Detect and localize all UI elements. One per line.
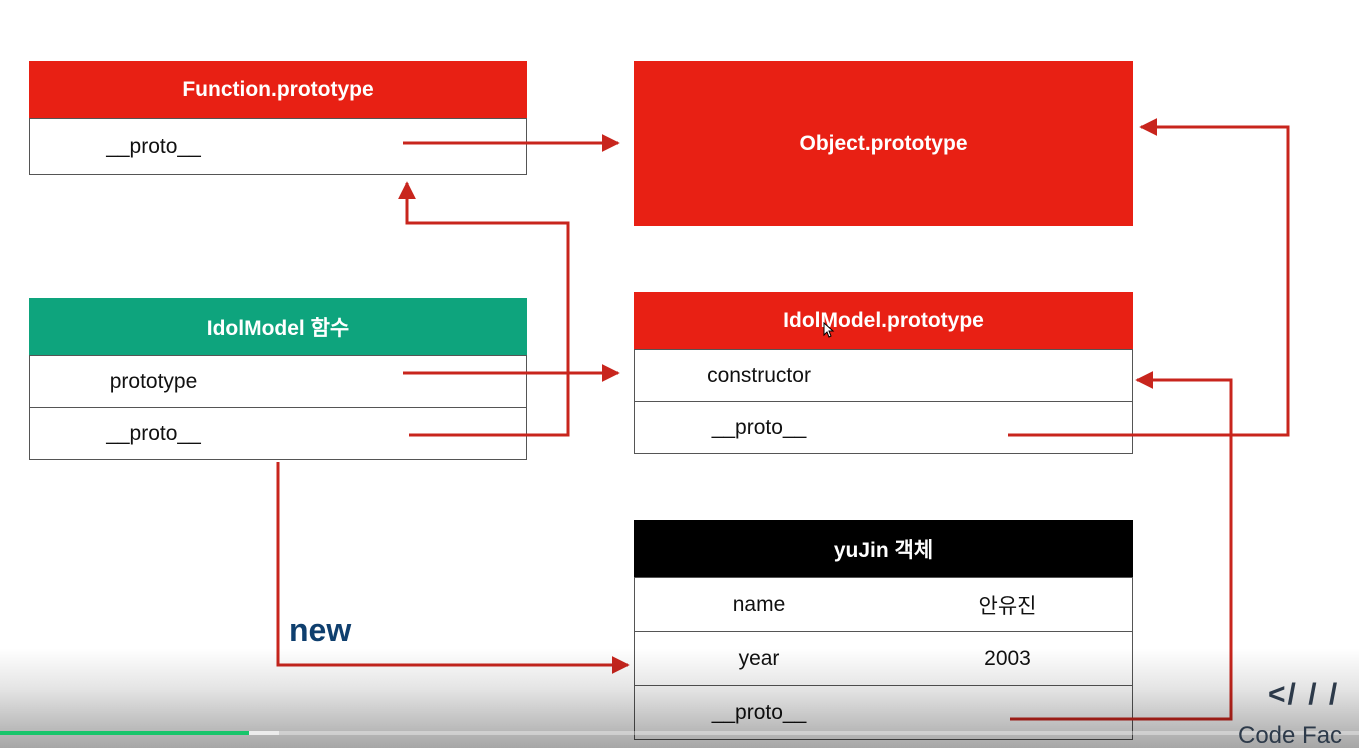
yujin-name-value: 안유진 bbox=[883, 577, 1133, 632]
cell-text: __proto__ bbox=[106, 134, 201, 158]
cell-text: 안유진 bbox=[978, 594, 1037, 618]
video-progress-bar[interactable] bbox=[0, 731, 1359, 735]
idol-model-prototype-constructor-value bbox=[883, 349, 1133, 402]
new-keyword-label: new bbox=[289, 612, 352, 648]
cell-text: prototype bbox=[109, 369, 198, 393]
yujin-object-header: yuJin 객체 bbox=[634, 520, 1133, 577]
idol-model-function-proto-label: __proto__ bbox=[29, 407, 278, 460]
cell-text: __proto__ bbox=[106, 421, 201, 445]
function-prototype-proto-label: __proto__ bbox=[29, 118, 278, 175]
cell-text: __proto__ bbox=[711, 415, 807, 439]
idol-model-function-prototype-value bbox=[277, 355, 527, 408]
idol-model-prototype-header: IdolModel.prototype bbox=[634, 292, 1133, 349]
object-prototype-box: Object.prototype bbox=[634, 61, 1133, 226]
cell-text: 2003 bbox=[984, 646, 1031, 670]
cell-text: name bbox=[732, 592, 786, 616]
yujin-year-value: 2003 bbox=[883, 631, 1133, 686]
idol-model-prototype-proto-label: __proto__ bbox=[634, 401, 884, 454]
video-played-bar bbox=[0, 731, 249, 735]
object-prototype-title: Object.prototype bbox=[799, 131, 968, 155]
idol-model-function-header: IdolModel 함수 bbox=[29, 298, 527, 355]
idol-model-function-title: IdolModel 함수 bbox=[206, 316, 350, 340]
idol-model-function-proto-value bbox=[277, 407, 527, 460]
yujin-object-title: yuJin 객체 bbox=[833, 538, 934, 562]
function-prototype-proto-value bbox=[277, 118, 527, 175]
logo-text: Code Fac bbox=[1238, 722, 1343, 749]
idol-model-prototype-title: IdolModel.prototype bbox=[783, 308, 984, 332]
yujin-name-label: name bbox=[634, 577, 884, 632]
function-prototype-title: Function.prototype bbox=[182, 77, 374, 101]
idol-model-function-prototype-label: prototype bbox=[29, 355, 278, 408]
idol-model-prototype-constructor-label: constructor bbox=[634, 349, 884, 402]
mouse-cursor-icon bbox=[823, 322, 835, 338]
cell-text: year bbox=[738, 646, 780, 670]
function-prototype-header: Function.prototype bbox=[29, 61, 527, 118]
yujin-year-label: year bbox=[634, 631, 884, 686]
cell-text: __proto__ bbox=[711, 700, 807, 724]
code-factory-logo: </ / / Code Fac bbox=[1238, 678, 1359, 749]
cell-text: constructor bbox=[707, 363, 811, 387]
idol-model-prototype-proto-value bbox=[883, 401, 1133, 454]
logo-mark: </ / / bbox=[1268, 678, 1340, 711]
